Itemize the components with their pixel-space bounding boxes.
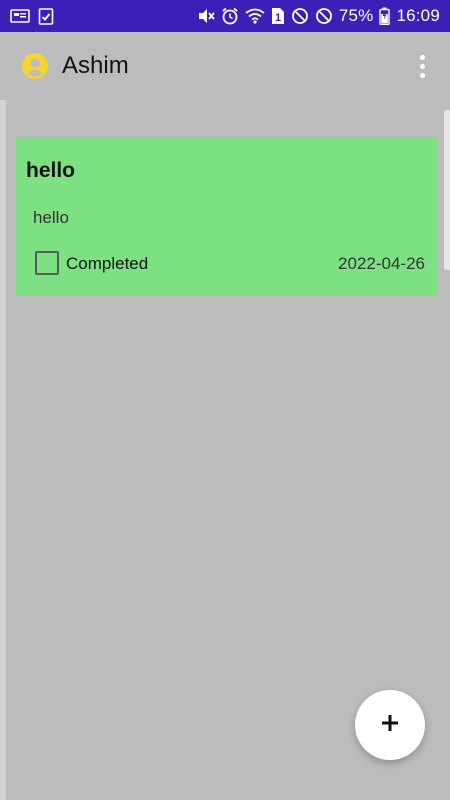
blocked-icon: [315, 7, 333, 25]
status-right-icons: 1 75% 16:09: [197, 6, 440, 26]
add-icon: [380, 713, 400, 738]
sim-badge: 1: [275, 12, 281, 24]
mute-vibrate-icon: [197, 7, 215, 25]
menu-dot: [419, 63, 425, 69]
note-body: hello: [33, 208, 69, 227]
account-circle-icon[interactable]: [22, 53, 48, 79]
battery-percent: 75%: [338, 6, 374, 25]
notification-card-icon: [10, 8, 30, 24]
note-date: 2022-04-26: [338, 254, 425, 273]
app-bar: Ashim: [0, 32, 450, 100]
more-vert-icon[interactable]: [412, 52, 432, 80]
add-note-button[interactable]: [355, 690, 425, 760]
battery-charging-icon: [379, 7, 391, 25]
menu-dot: [419, 54, 425, 60]
status-left-icons: [10, 7, 54, 25]
completed-checkbox[interactable]: [35, 251, 59, 275]
scrollbar[interactable]: [444, 110, 450, 270]
left-edge-divider: [0, 100, 6, 800]
note-card[interactable]: hello hello Completed 2022-04-26: [16, 137, 437, 296]
page-title: Ashim: [62, 52, 129, 79]
clock: 16:09: [396, 6, 440, 25]
alarm-icon: [221, 7, 239, 25]
status-bar: 1 75% 16:09: [0, 0, 450, 32]
wifi-icon: [245, 8, 265, 24]
completed-label: Completed: [66, 254, 149, 273]
sim-icon: 1: [271, 7, 285, 25]
menu-dot: [419, 72, 425, 78]
do-not-disturb-icon: [291, 7, 309, 25]
note-title: hello: [26, 159, 76, 182]
checklist-icon: [38, 7, 54, 25]
